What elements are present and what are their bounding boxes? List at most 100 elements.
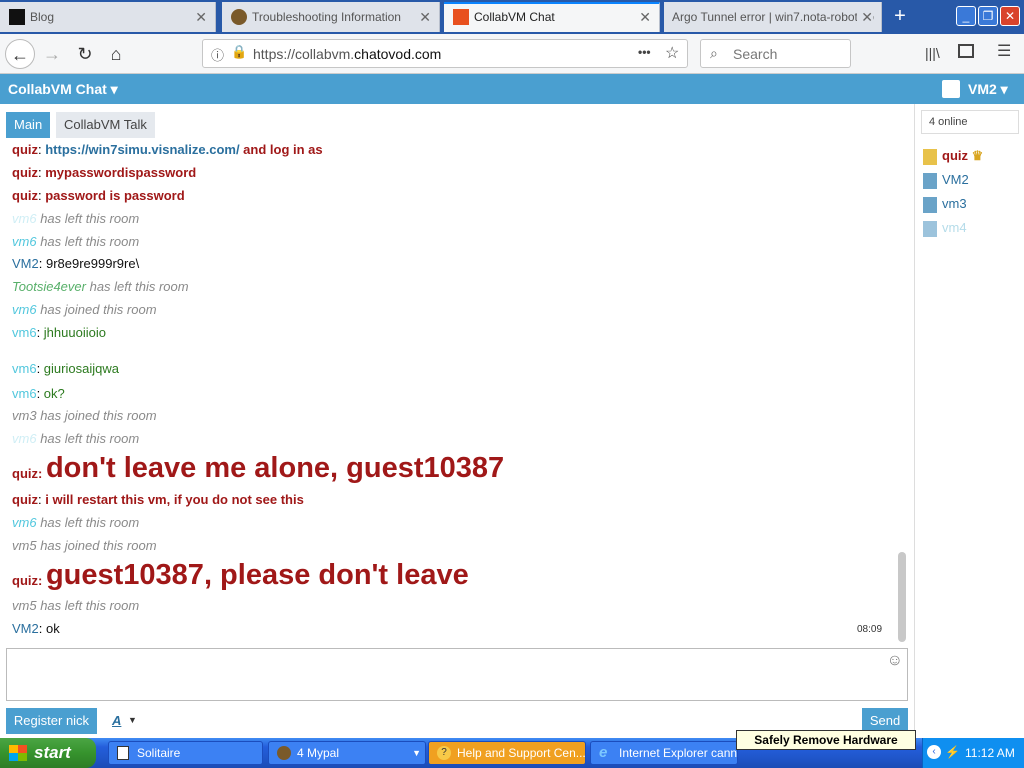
info-icon[interactable]: ⓘ [211,45,224,64]
home-icon[interactable]: ⌂ [101,39,131,69]
new-tab-icon[interactable]: + [888,2,912,32]
reload-icon[interactable]: ↻ [70,39,100,69]
close-window-icon[interactable]: ✕ [1000,6,1020,26]
task-label: Solitaire [137,746,181,760]
message-text: has left this room [40,431,140,446]
message-input[interactable]: ☺ [6,648,908,701]
message-nick[interactable]: quiz [12,142,38,157]
restore-icon[interactable]: ❐ [978,6,998,26]
firefox-icon [231,9,247,25]
library-icon[interactable]: |||\ [925,45,940,61]
lock-icon: 🔒 [231,44,248,59]
task-label: Help and Support Cen... [457,746,586,760]
register-nick-button[interactable]: Register nick [6,708,97,734]
taskbar-item-help[interactable]: ? Help and Support Cen... [428,741,586,765]
system-message: vm6 has left this room [12,431,139,446]
tab-collabvm-talk[interactable]: CollabVM Talk [56,112,155,138]
message-nick[interactable]: vm5 [12,598,37,613]
user-list-item[interactable]: VM2 [923,171,969,189]
url-text[interactable]: https://collabvm.chatovod.com [253,46,441,62]
message-nick[interactable]: quiz [12,188,38,203]
message-nick[interactable]: vm6 [12,325,37,340]
message-nick[interactable]: vm6 [12,431,37,446]
back-arrow-icon[interactable]: ← [5,39,35,69]
tab-argo-tunnel[interactable]: Argo Tunnel error | win7.nota-robot.co ✕ [664,2,882,32]
message-nick[interactable]: quiz [12,165,38,180]
taskbar-item-ie[interactable]: e Internet Explorer cann... [590,741,738,765]
message-nick[interactable]: quiz [12,466,38,481]
message-text: giuriosaijqwa [43,361,119,376]
chat-message: VM2: ok [12,621,60,636]
sidebar-icon[interactable] [958,44,974,58]
chat-scrollbar[interactable] [898,552,906,642]
minimize-icon[interactable]: _ [956,6,976,26]
close-icon[interactable]: ✕ [639,4,651,30]
tab-troubleshooting[interactable]: Troubleshooting Information ✕ [222,2,440,32]
bookmark-star-icon[interactable]: ☆ [665,43,679,63]
tab-collabvm-chat[interactable]: CollabVM Chat ✕ [444,2,660,32]
user-icon [923,196,937,213]
smiley-icon[interactable]: ☺ [887,652,903,670]
message-nick[interactable]: vm6 [12,515,37,530]
message-nick[interactable]: quiz [12,573,38,588]
message-nick[interactable]: vm5 [12,538,37,553]
user-list-item[interactable]: quiz ♛ [923,147,983,165]
close-icon[interactable]: ✕ [419,2,431,32]
task-label: 4 Mypal [297,746,340,760]
system-message: vm6 has left this room [12,515,139,530]
taskbar-item-mypal[interactable]: 4 Mypal ▼ [268,741,426,765]
font-style-button[interactable]: A [112,713,121,728]
message-link[interactable]: https://win7simu.visnalize.com/ [45,142,239,157]
system-message: vm5 has joined this room [12,538,157,553]
tray-expand-icon[interactable]: ‹ [927,745,941,759]
message-nick[interactable]: VM2 [12,256,39,271]
message-nick[interactable]: vm6 [12,211,37,226]
menu-icon[interactable]: ☰ [997,41,1011,61]
current-user-menu[interactable]: VM2 ▾ [968,81,1008,98]
close-icon[interactable]: ✕ [195,2,207,32]
message-nick[interactable]: vm6 [12,302,37,317]
message-text: mypasswordispassword [45,165,197,180]
message-nick[interactable]: vm6 [12,361,37,376]
search-input[interactable]: ⌕ Search [700,39,851,68]
user-name: vm4 [942,220,967,235]
message-nick[interactable]: Tootsie4ever [12,279,86,294]
url-prefix: https://collabvm. [253,46,355,62]
message-nick[interactable]: vm3 [12,408,37,423]
message-text: has left this room [40,598,140,613]
app-title: CollabVM Chat [8,81,107,97]
help-icon: ? [437,746,451,760]
tab-blog[interactable]: Blog ✕ [0,2,216,32]
search-placeholder: Search [733,46,778,62]
chat-message: VM2: 9r8e9re999r9re\ [12,256,140,271]
message-text: 9r8e9re999r9re\ [45,256,140,271]
app-title-menu[interactable]: CollabVM Chat ▾ [8,81,118,98]
forward-arrow-icon[interactable]: → [37,39,67,69]
taskbar-item-solitaire[interactable]: Solitaire [108,741,263,765]
browser-tab-strip: Blog ✕ Troubleshooting Information ✕ Col… [0,0,1024,34]
safely-remove-hardware-icon[interactable]: ⚡ [945,745,960,759]
blog-icon [9,9,25,25]
chevron-down-icon[interactable]: ▼ [128,715,137,725]
message-text: has left this room [40,234,140,249]
page-actions-icon[interactable]: ••• [638,45,651,59]
message-nick[interactable]: vm6 [12,234,37,249]
message-nick[interactable]: VM2 [12,621,39,636]
message-text: has joined this room [40,538,157,553]
user-list-pane: 4 online quiz ♛ VM2 vm3 vm4 [914,104,1024,738]
message-nick[interactable]: vm6 [12,386,37,401]
user-list-item[interactable]: vm4 [923,219,967,237]
chat-message: quiz: password is password [12,188,185,203]
chevron-down-icon: ▼ [412,748,421,758]
message-text: has left this room [40,515,140,530]
tab-main[interactable]: Main [6,112,51,138]
message-nick[interactable]: quiz [12,492,38,507]
system-message: vm3 has joined this room [12,408,157,423]
start-button[interactable]: start [0,738,96,768]
user-avatar-icon [942,80,960,98]
crown-icon: ♛ [971,148,984,163]
url-bar[interactable]: ⓘ 🔒 https://collabvm.chatovod.com ••• ☆ [202,39,688,68]
current-user: VM2 [968,81,997,97]
close-icon[interactable]: ✕ [857,2,873,32]
user-list-item[interactable]: vm3 [923,195,967,213]
